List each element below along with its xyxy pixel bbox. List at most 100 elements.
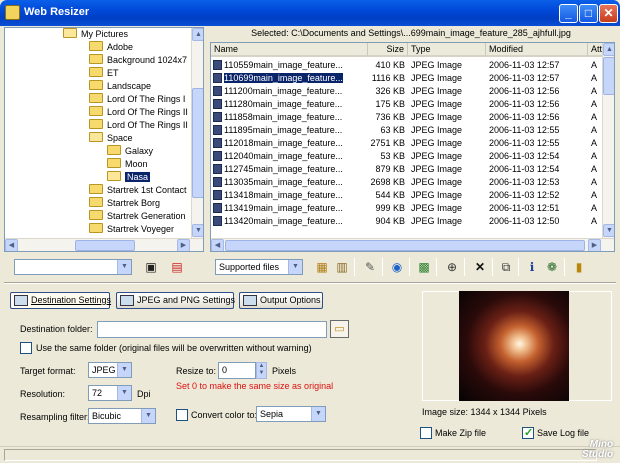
chevron-down-icon[interactable]: ▼ [311,407,325,421]
list-view-icon[interactable]: ▥ [334,259,350,275]
file-type-cell: JPEG Image [411,138,463,148]
exit-icon[interactable]: ▮ [571,259,587,275]
file-row[interactable]: 110699main_image_feature... 1116 KB JPEG I… [211,72,603,85]
tree-item[interactable]: Lord Of The Rings II [89,106,188,118]
file-row[interactable]: 113420main_image_feature... 904 KB JPEG Im… [211,215,603,228]
scroll-right-icon[interactable]: ▶ [588,239,601,251]
file-row[interactable]: 113419main_image_feature... 999 KB JPEG Im… [211,202,603,215]
delete-list-icon[interactable]: ▤ [169,259,185,275]
zoom-icon[interactable]: ⊕ [444,259,460,275]
title-bar[interactable] [0,0,620,26]
resolution-unit: Dpi [137,389,151,399]
make-zip-checkbox[interactable] [420,427,432,439]
tree-item[interactable]: Background 1024x7 [89,54,187,66]
folder-tree[interactable]: My Pictures Adobe Background 1024x7 ET L… [4,27,204,252]
file-row[interactable]: 113035main_image_feature... 2698 KB JPEG I… [211,176,603,189]
file-list-horizontal-scrollbar[interactable]: ◀ ▶ [211,238,614,251]
scroll-thumb[interactable] [603,57,614,95]
file-row[interactable]: 111200main_image_feature... 326 KB JPEG Im… [211,85,603,98]
scroll-down-icon[interactable]: ▼ [603,224,614,237]
tree-item[interactable]: Moon [107,158,148,170]
tree-item[interactable]: Lord Of The Rings I [89,93,185,105]
remove-icon[interactable]: ✕ [472,259,488,275]
file-row[interactable]: 110559main_image_feature... 410 KB JPEG Im… [211,59,603,72]
jpeg-file-icon [213,86,222,96]
close-button[interactable]: ✕ [599,4,618,23]
scroll-left-icon[interactable]: ◀ [5,239,18,251]
file-list[interactable]: Name Size Type Modified Attr 110559main_… [210,42,615,252]
scroll-thumb[interactable] [75,240,135,251]
tree-vertical-scrollbar[interactable]: ▲ ▼ [191,28,203,238]
tree-item-selected[interactable]: Nasa [107,171,151,183]
save-icon[interactable]: ▣ [143,259,159,275]
info-icon[interactable]: ℹ [524,259,540,275]
file-row[interactable]: 111858main_image_feature... 736 KB JPEG Im… [211,111,603,124]
tree-item-root[interactable]: My Pictures [63,28,128,40]
file-filter-combo[interactable]: Supported files ▼ [215,259,303,275]
file-row[interactable]: 111895main_image_feature... 63 KB JPEG Ima… [211,124,603,137]
file-size-cell: 2698 KB [370,177,405,187]
file-row[interactable]: 112018main_image_feature... 2751 KB JPEG I… [211,137,603,150]
chevron-down-icon[interactable]: ▼ [288,260,302,274]
save-log-label: Save Log file [537,428,590,438]
column-header-size[interactable]: Size [368,43,408,57]
tab-destination-settings[interactable]: Destination Settings [10,292,111,309]
drive-combo[interactable]: ▼ [14,259,132,275]
tree-item[interactable]: Galaxy [107,145,153,157]
folder-open-icon [63,28,77,38]
file-modified-cell: 2006-11-03 12:56 [489,112,560,122]
tree-item[interactable]: Lord Of The Rings II [89,119,188,131]
chevron-down-icon[interactable]: ▼ [117,363,131,377]
convert-color-checkbox[interactable] [176,409,188,421]
tree-item[interactable]: Startrek Voyeger [89,223,174,235]
resampling-filter-select[interactable]: Bicubic ▼ [88,408,156,424]
scroll-up-icon[interactable]: ▲ [603,43,614,56]
tree-item[interactable]: Adobe [89,41,133,53]
scroll-thumb[interactable] [192,88,203,198]
column-header-name[interactable]: Name [211,43,368,57]
resolution-select[interactable]: 72 ▼ [88,385,132,401]
file-list-vertical-scrollbar[interactable]: ▲ ▼ [602,43,614,238]
convert-color-select[interactable]: Sepia ▼ [256,406,326,422]
target-format-select[interactable]: JPEG ▼ [88,362,132,378]
tree-item-space[interactable]: Space [89,132,133,144]
file-row[interactable]: 112040main_image_feature... 53 KB JPEG Ima… [211,150,603,163]
resize-spinner[interactable]: ▲ ▼ [256,362,267,379]
scroll-up-icon[interactable]: ▲ [192,28,203,41]
select-files-icon[interactable]: ✎ [362,259,378,275]
destination-folder-input[interactable] [97,321,327,338]
scroll-left-icon[interactable]: ◀ [211,239,224,251]
scroll-right-icon[interactable]: ▶ [177,239,190,251]
tree-item[interactable]: Startrek 1st Contact [89,184,187,196]
thumbnails-view-icon[interactable]: ▦ [314,259,330,275]
tree-item[interactable]: Startrek Borg [89,197,160,209]
column-header-modified[interactable]: Modified [486,43,588,57]
save-log-checkbox[interactable] [522,426,534,439]
resize-to-input[interactable]: 0 [218,362,256,379]
maximize-button[interactable]: □ [579,4,598,23]
tree-item[interactable]: Landscape [89,80,151,92]
tab-output-options[interactable]: Output Options [239,292,323,309]
image-preview-icon[interactable]: ▩ [416,259,432,275]
same-folder-checkbox[interactable] [20,342,32,354]
help-icon[interactable]: ❁ [544,259,560,275]
chevron-down-icon[interactable]: ▼ [117,386,131,400]
chevron-down-icon[interactable]: ▼ [141,409,155,423]
tree-item[interactable]: Startrek Generation [89,210,186,222]
browse-folder-icon[interactable]: ▭ [330,320,349,338]
tree-horizontal-scrollbar[interactable]: ◀ ▶ [5,238,203,251]
toolbar-separator [492,258,493,276]
tree-item[interactable]: ET [89,67,119,79]
refresh-icon[interactable]: ◉ [389,259,405,275]
resize-icon[interactable]: ⧉ [498,259,514,275]
file-row[interactable]: 112745main_image_feature... 879 KB JPEG Im… [211,163,603,176]
file-row[interactable]: 111280main_image_feature... 175 KB JPEG Im… [211,98,603,111]
minimize-button[interactable]: _ [559,4,578,23]
scroll-down-icon[interactable]: ▼ [192,224,203,237]
tab-jpeg-png-settings[interactable]: JPEG and PNG Settings [116,292,235,309]
jpeg-file-icon [213,138,222,148]
column-header-type[interactable]: Type [408,43,486,57]
file-row[interactable]: 113418main_image_feature... 544 KB JPEG Im… [211,189,603,202]
chevron-down-icon[interactable]: ▼ [117,260,131,274]
scroll-thumb[interactable] [225,240,585,251]
